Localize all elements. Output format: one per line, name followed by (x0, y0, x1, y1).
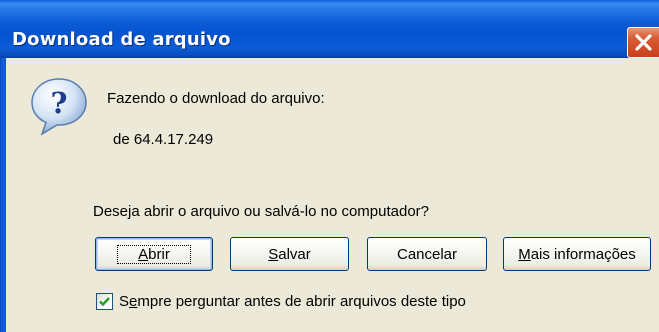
downloading-label: Fazendo o download do arquivo: (107, 90, 325, 107)
question-prompt: Deseja abrir o arquivo ou salvá-lo no co… (93, 203, 430, 220)
close-icon (635, 34, 652, 51)
svg-text:?: ? (51, 86, 68, 120)
save-button-label: Salvar (268, 245, 311, 263)
more-info-button-label: Mais informações (518, 245, 636, 263)
save-button[interactable]: Salvar (230, 237, 349, 271)
checkmark-icon (99, 297, 110, 307)
always-ask-checkbox[interactable] (96, 293, 113, 310)
dialog-title: Download de arquivo (12, 29, 231, 50)
open-button[interactable]: Abrir (95, 237, 213, 271)
question-icon: ? (31, 78, 87, 136)
source-address: de 64.4.17.249 (113, 131, 214, 148)
window-frame-left (0, 58, 6, 332)
more-info-button[interactable]: Mais informações (503, 237, 651, 271)
close-button[interactable] (627, 27, 659, 58)
always-ask-label[interactable]: Sempre perguntar antes de abrir arquivos… (119, 293, 466, 310)
open-button-label: Abrir (117, 244, 191, 264)
download-dialog: Download de arquivo ? Fazendo o download… (0, 0, 659, 332)
cancel-button-label: Cancelar (396, 245, 458, 263)
title-bar[interactable]: Download de arquivo (0, 0, 659, 58)
cancel-button[interactable]: Cancelar (367, 237, 487, 271)
